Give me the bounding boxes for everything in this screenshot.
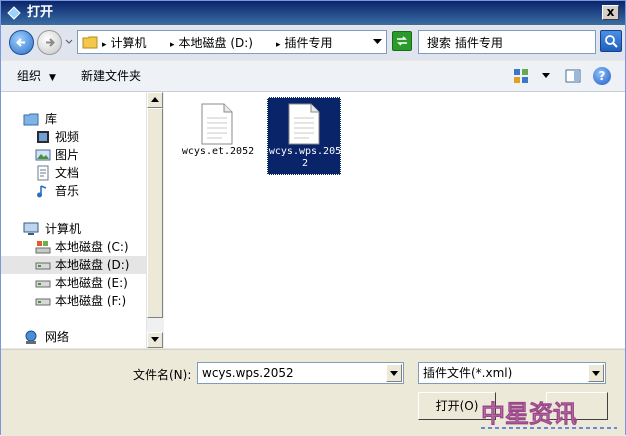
navigation-scrollbar[interactable] — [146, 92, 164, 348]
library-icon — [23, 113, 39, 126]
picture-icon — [35, 149, 51, 161]
forward-arrow-icon — [46, 38, 55, 47]
network-icon — [25, 330, 37, 344]
nav-item-pictures[interactable]: 图片 — [1, 146, 146, 164]
nav-drive-e[interactable]: 本地磁盘 (E:) — [1, 274, 146, 292]
forward-button[interactable] — [37, 30, 62, 55]
file-type-value: 插件文件(*.xml) — [423, 366, 513, 380]
breadcrumb-arrow-icon: ▸ — [170, 40, 175, 50]
back-arrow-icon — [16, 38, 25, 47]
dialog-footer: 文件名(N): 插件文件(*.xml) 打开(O) 中星资讯 — [1, 349, 625, 436]
address-field[interactable]: ▸ 计算机 ▸ 本地磁盘 (D:) ▸ 插件专用 — [77, 30, 387, 54]
file-icon — [288, 103, 320, 145]
scroll-thumb[interactable] — [147, 108, 163, 318]
app-icon — [7, 6, 21, 20]
filename-combobox[interactable] — [197, 362, 404, 384]
arrow-up-icon — [151, 97, 159, 102]
preview-pane-icon[interactable] — [565, 68, 581, 84]
navigation-pane: 库 视频 图片 文档 音乐 计算机 本地磁盘 (C:) 本地磁盘 (D:) 本地… — [1, 92, 147, 348]
help-icon[interactable]: ? — [593, 67, 611, 85]
window-title: 打开 — [27, 5, 54, 20]
file-item-selected[interactable]: wcys.wps.2052 — [267, 97, 341, 175]
filename-dropdown-button[interactable] — [386, 364, 402, 382]
nav-libraries[interactable]: 库 — [1, 110, 146, 128]
open-file-dialog: 打开 x ▸ 计算机 ▸ 本地磁盘 (D:) ▸ 插件专用 搜索 插件专用 组织… — [0, 0, 626, 436]
breadcrumb-arrow-icon: ▸ — [276, 40, 281, 50]
view-options-icon[interactable] — [513, 68, 529, 84]
breadcrumb-plugin-folder[interactable]: ▸ 插件专用 — [276, 35, 333, 51]
file-name: wcys.wps.2052 — [268, 146, 342, 169]
close-button[interactable]: x — [602, 5, 619, 20]
search-button[interactable] — [600, 30, 622, 52]
system-drive-icon — [35, 241, 51, 254]
nav-drive-d[interactable]: 本地磁盘 (D:) — [1, 256, 146, 274]
filename-label: 文件名(N): — [133, 368, 192, 382]
address-bar-area: ▸ 计算机 ▸ 本地磁盘 (D:) ▸ 插件专用 — [1, 26, 625, 60]
address-dropdown-icon[interactable] — [373, 39, 382, 45]
file-item[interactable]: wcys.et.2052 — [181, 98, 255, 176]
nav-computer[interactable]: 计算机 — [1, 220, 146, 238]
nav-network[interactable]: 网络 — [1, 328, 146, 346]
refresh-button[interactable] — [392, 31, 412, 51]
nav-drive-c[interactable]: 本地磁盘 (C:) — [1, 238, 146, 256]
drive-icon — [35, 262, 51, 270]
nav-item-music[interactable]: 音乐 — [1, 182, 146, 200]
nav-item-videos[interactable]: 视频 — [1, 128, 146, 146]
view-dropdown-icon[interactable] — [542, 73, 550, 79]
command-toolbar: 组织 ▼ 新建文件夹 ? — [1, 61, 625, 92]
file-type-select[interactable]: 插件文件(*.xml) — [418, 362, 606, 384]
organize-menu[interactable]: 组织 ▼ — [17, 67, 56, 85]
breadcrumb-arrow-icon: ▸ — [102, 40, 107, 50]
nav-drive-f[interactable]: 本地磁盘 (F:) — [1, 292, 146, 310]
svg-text:中星资讯: 中星资讯 — [481, 400, 577, 428]
new-folder-button[interactable]: 新建文件夹 — [81, 67, 141, 85]
title-bar: 打开 x — [1, 1, 625, 25]
chevron-down-icon — [390, 371, 398, 376]
computer-icon — [23, 222, 39, 235]
back-button[interactable] — [9, 30, 34, 55]
scroll-up-button[interactable] — [147, 92, 163, 108]
music-icon — [37, 185, 47, 198]
refresh-icon — [397, 36, 407, 46]
document-icon — [37, 165, 49, 181]
chevron-down-icon — [592, 371, 600, 376]
file-icon — [201, 103, 233, 145]
history-dropdown-icon[interactable] — [65, 38, 73, 46]
breadcrumb-computer[interactable]: ▸ 计算机 — [102, 35, 147, 51]
filename-input[interactable] — [202, 365, 382, 381]
search-box[interactable] — [418, 30, 596, 54]
arrow-down-icon — [151, 337, 159, 342]
search-icon — [605, 35, 618, 48]
breadcrumb-drive-d[interactable]: ▸ 本地磁盘 (D:) — [170, 35, 253, 51]
file-list: wcys.et.2052 wcys.wps.2052 — [164, 92, 625, 348]
folder-icon — [82, 36, 98, 49]
watermark-logo: 中星资讯 — [481, 400, 617, 429]
file-name: wcys.et.2052 — [181, 146, 255, 157]
search-input[interactable] — [427, 34, 587, 50]
drive-icon — [35, 280, 51, 288]
video-icon — [37, 131, 49, 143]
file-type-dropdown-button[interactable] — [588, 364, 604, 382]
scroll-down-button[interactable] — [147, 332, 163, 348]
drive-icon — [35, 298, 51, 306]
chevron-down-icon: ▼ — [49, 73, 56, 83]
nav-item-documents[interactable]: 文档 — [1, 164, 146, 182]
